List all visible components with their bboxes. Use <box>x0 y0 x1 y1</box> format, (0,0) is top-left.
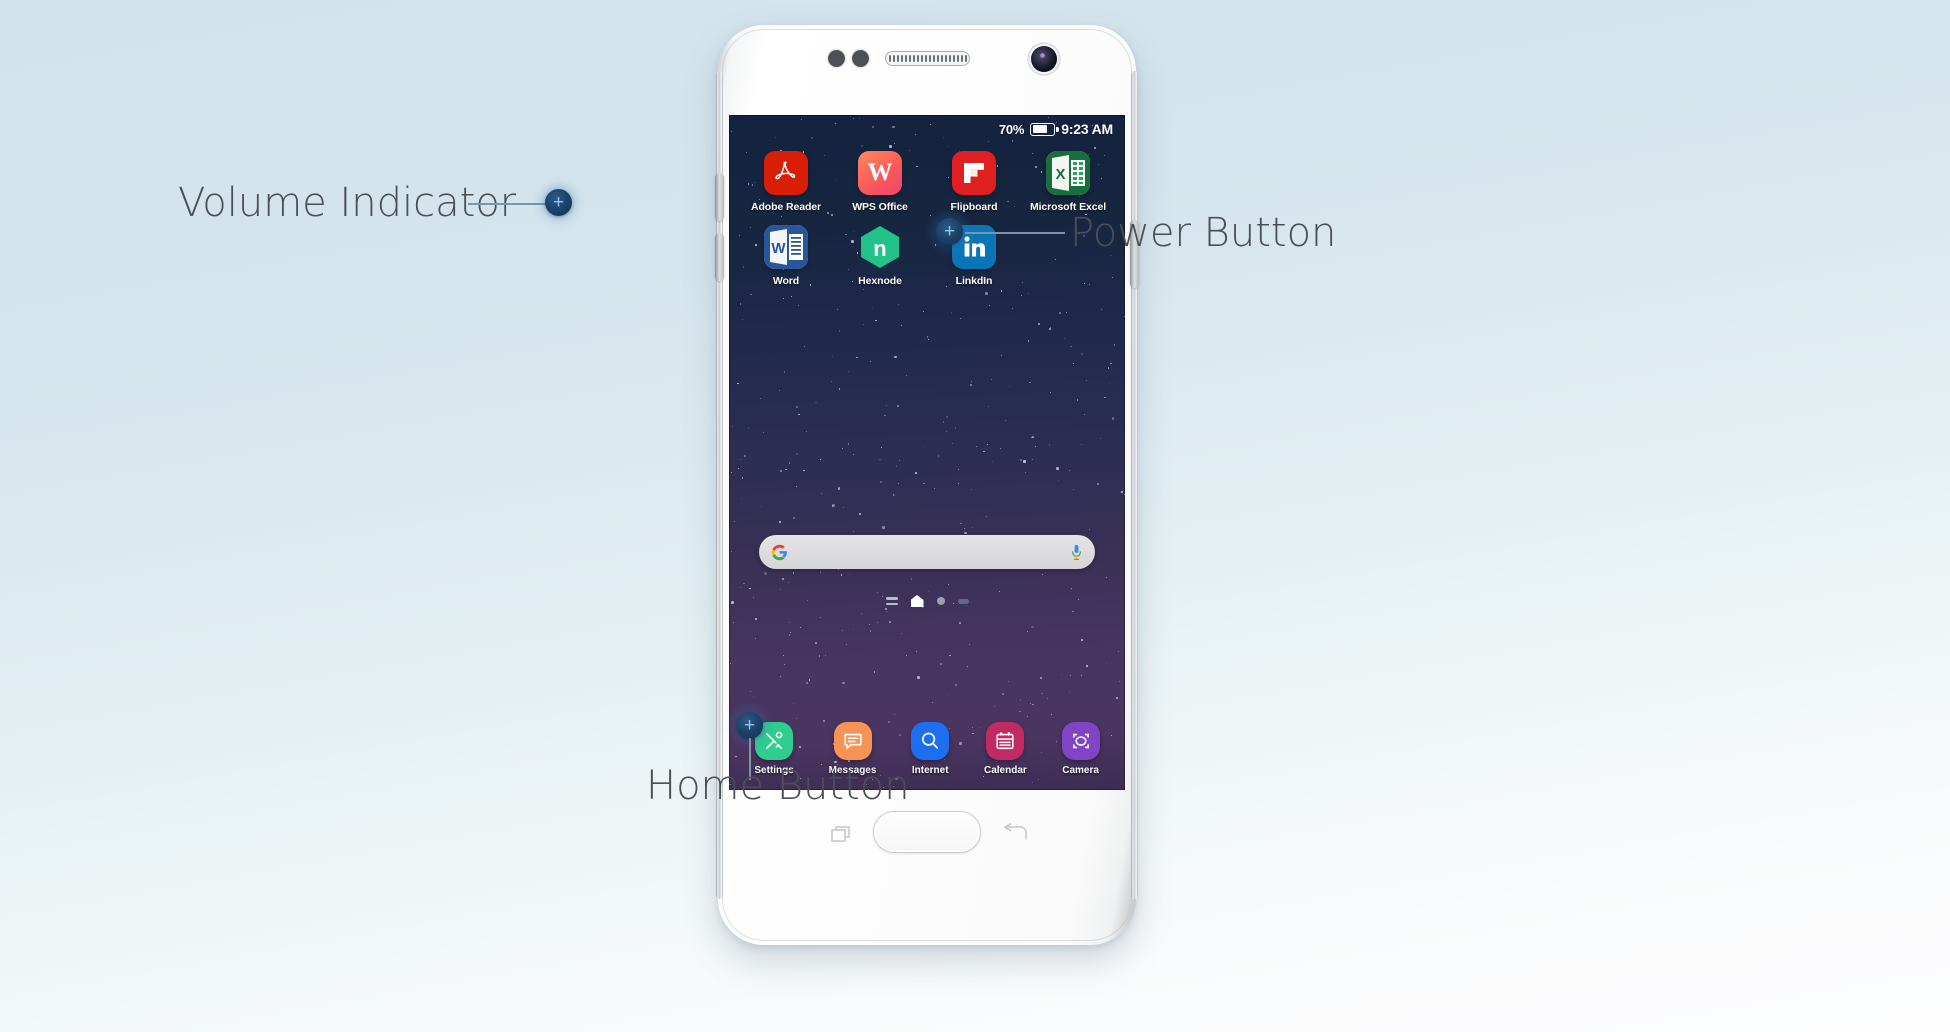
app-icon-flipboard[interactable]: Flipboard <box>927 151 1021 213</box>
status-bar: 70% 9:23 AM <box>729 115 1125 143</box>
app-icon-hexnode[interactable]: n Hexnode <box>833 225 927 287</box>
page-pill-indicator[interactable] <box>957 598 969 604</box>
app-icon-wps-office[interactable]: W WPS Office <box>833 151 927 213</box>
app-grid: Adobe Reader W WPS Office Flipboard X Mi… <box>729 151 1125 287</box>
internet-icon <box>911 722 950 760</box>
google-search-bar[interactable] <box>759 535 1095 569</box>
earpiece-speaker <box>885 51 970 66</box>
battery-level-fill <box>1032 125 1047 133</box>
camera-icon <box>1061 722 1100 760</box>
google-g-icon <box>771 544 788 561</box>
light-sensor-icon <box>852 50 869 67</box>
app-label: Adobe Reader <box>751 201 821 213</box>
wps-office-icon: W <box>858 151 902 195</box>
phone-screen[interactable]: 70% 9:23 AM Adobe Reader W WPS Office Fl… <box>729 115 1125 790</box>
adobe-reader-icon <box>764 151 808 195</box>
back-icon[interactable] <box>1002 823 1028 843</box>
flipboard-icon <box>952 151 996 195</box>
front-camera-icon <box>1031 46 1057 72</box>
svg-text:n: n <box>873 236 886 261</box>
status-clock: 9:23 AM <box>1061 121 1113 137</box>
svg-text:W: W <box>771 240 786 257</box>
proximity-sensor-icon <box>828 50 845 67</box>
recents-icon[interactable] <box>831 825 853 843</box>
phone-bottom-bezel <box>718 793 1136 903</box>
volume-indicator-marker[interactable]: + <box>545 189 572 216</box>
hexnode-icon: n <box>858 225 902 269</box>
page-dot[interactable] <box>936 597 945 605</box>
power-button-marker[interactable]: + <box>936 218 963 245</box>
app-label: WPS Office <box>852 201 908 213</box>
dock-item-calendar[interactable]: Calendar <box>984 722 1027 776</box>
microsoft-excel-icon: X <box>1046 151 1090 195</box>
power-button-label: Power Button <box>1070 210 1337 256</box>
messages-icon <box>833 722 872 760</box>
battery-percent-text: 70% <box>998 121 1025 137</box>
home-button-label: Home Button <box>646 763 910 809</box>
home-hardware-button[interactable] <box>873 811 981 853</box>
microphone-icon[interactable] <box>1070 544 1083 561</box>
app-label: Flipboard <box>950 201 998 213</box>
dock-label: Calendar <box>984 765 1027 776</box>
home-page-icon[interactable] <box>910 595 924 607</box>
microsoft-word-icon: W <box>764 225 808 269</box>
volume-leader-line <box>468 203 556 205</box>
apps-list-icon[interactable] <box>885 597 898 605</box>
page-indicator-row <box>729 595 1125 607</box>
dock-label: Camera <box>1062 765 1099 776</box>
app-icon-adobe-reader[interactable]: Adobe Reader <box>739 151 833 213</box>
app-icon-word[interactable]: W Word <box>739 225 833 287</box>
app-label: Word <box>772 275 800 287</box>
app-label: Hexnode <box>858 275 902 287</box>
svg-text:X: X <box>1055 166 1065 183</box>
wps-glyph: W <box>867 159 893 186</box>
volume-up-button[interactable] <box>715 173 724 221</box>
dock-item-camera[interactable]: Camera <box>1061 722 1100 776</box>
app-icon-microsoft-excel[interactable]: X Microsoft Excel <box>1021 151 1115 213</box>
phone-top-bezel <box>718 25 1136 117</box>
dock-label: Internet <box>911 765 949 776</box>
home-button-marker[interactable]: + <box>736 712 763 739</box>
calendar-icon <box>986 722 1025 760</box>
dock-item-internet[interactable]: Internet <box>911 722 950 776</box>
volume-indicator-label: Volume Indicator <box>178 180 517 226</box>
battery-icon <box>1030 122 1060 136</box>
power-leader-line <box>965 232 1065 234</box>
volume-down-button[interactable] <box>715 233 724 281</box>
app-label: LinkdIn <box>955 275 993 287</box>
phone-right-rail <box>1131 71 1138 899</box>
